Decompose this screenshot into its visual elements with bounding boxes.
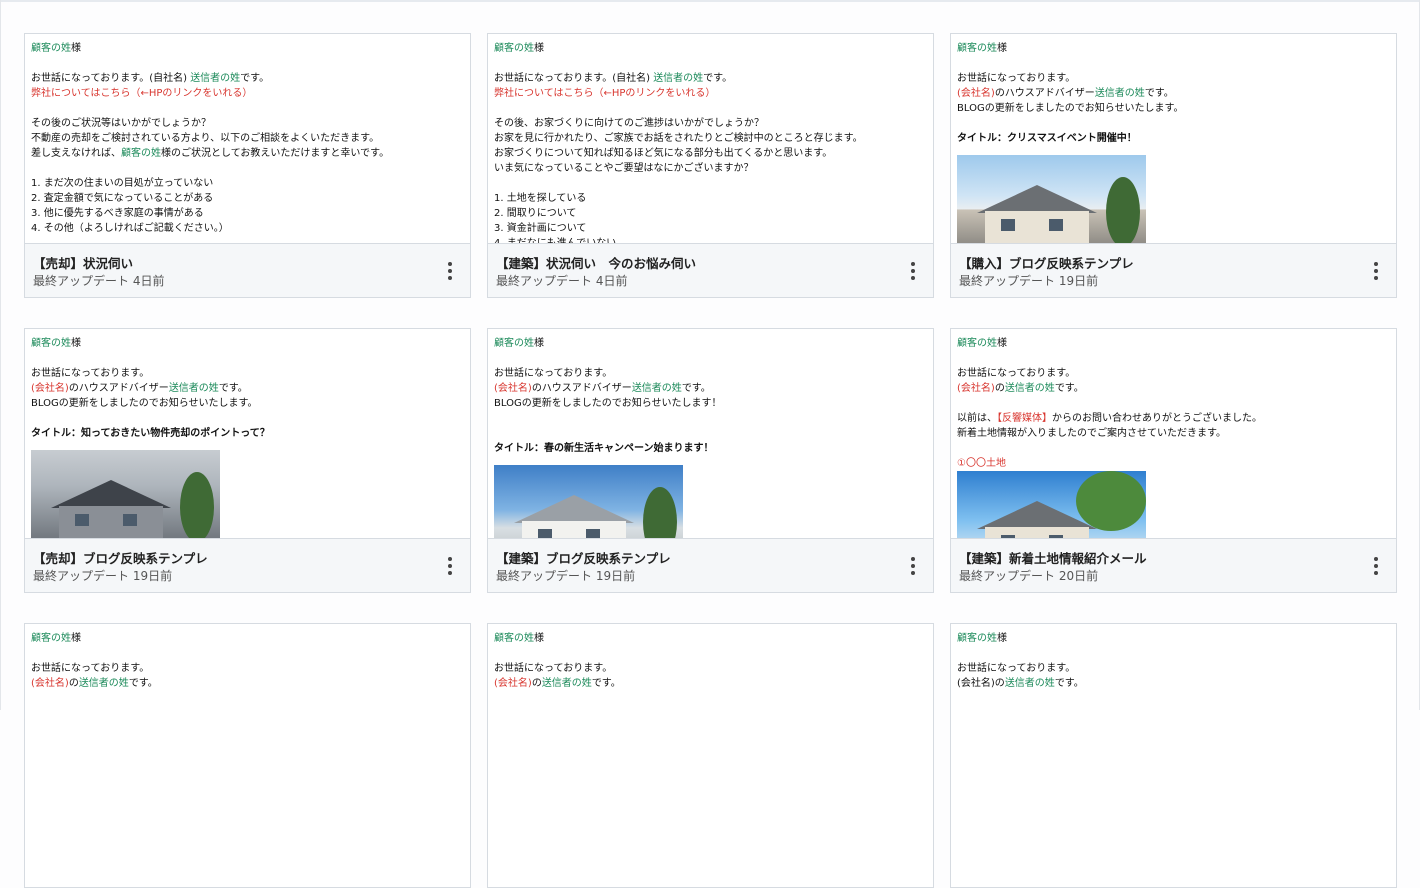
placeholder-company: (会社名) <box>31 678 69 689</box>
placeholder-company: (会社名) <box>494 383 532 394</box>
last-updated: 最終アップデート 20日前 <box>959 569 1099 583</box>
template-preview: 顧客の姓様 お世話になっております。(自社名) 送信者の姓です。 弊社については… <box>31 43 390 234</box>
template-preview: 顧客の姓様 お世話になっております。(自社名) 送信者の姓です。 弊社については… <box>494 43 863 244</box>
last-updated: 最終アップデート 19日前 <box>33 569 173 583</box>
card-title: 【建築】状況伺い 今のお悩み伺い <box>496 256 697 271</box>
card-footer: 【建築】状況伺い 今のお悩み伺い 最終アップデート 4日前 <box>488 243 933 297</box>
card-footer: 【購入】ブログ反映系テンプレ 最終アップデート 19日前 <box>951 243 1396 297</box>
card-footer: 【売却】ブログ反映系テンプレ 最終アップデート 19日前 <box>25 538 470 592</box>
template-preview: 顧客の姓様 お世話になっております。 (会社名)の送信者の姓です。 以前は、【反… <box>951 329 1396 539</box>
template-preview: 顧客の姓様 お世話になっております。 (会社名)のハウスアドバイザー送信者の姓で… <box>951 34 1396 244</box>
card-footer: 【売却】状況伺い 最終アップデート 4日前 <box>25 243 470 297</box>
template-preview: 顧客の姓様 お世話になっております。 (会社名)のハウスアドバイザー送信者の姓で… <box>25 329 470 539</box>
placeholder-customer-name: 顧客の姓 <box>957 633 997 644</box>
placeholder-customer-name: 顧客の姓 <box>494 338 534 349</box>
placeholder-sender-name: 送信者の姓 <box>1004 678 1055 689</box>
card-title: 【売却】ブログ反映系テンプレ <box>33 551 208 566</box>
more-vertical-icon[interactable] <box>909 557 917 575</box>
placeholder-customer-name: 顧客の姓 <box>494 633 534 644</box>
template-preview: 顧客の姓様 お世話になっております。 (会社名)の送信者の姓です。 <box>494 633 621 689</box>
left-border <box>0 0 1 710</box>
placeholder-sender-name: 送信者の姓 <box>631 383 682 394</box>
placeholder-company: (会社名) <box>957 383 995 394</box>
last-updated: 最終アップデート 4日前 <box>496 274 628 288</box>
last-updated: 最終アップデート 19日前 <box>959 274 1099 288</box>
placeholder-media: 【反響媒体】 <box>997 413 1052 424</box>
placeholder-customer-name: 顧客の姓 <box>31 633 71 644</box>
template-grid: 顧客の姓様 お世話になっております。(自社名) 送信者の姓です。 弊社については… <box>24 33 1397 888</box>
house-photo <box>957 471 1146 539</box>
placeholder-sender-name: 送信者の姓 <box>541 678 592 689</box>
house-photo <box>31 450 220 539</box>
more-vertical-icon[interactable] <box>446 262 454 280</box>
last-updated: 最終アップデート 19日前 <box>496 569 636 583</box>
template-card[interactable]: 顧客の姓様 お世話になっております。 (会社名)のハウスアドバイザー送信者の姓で… <box>950 33 1397 298</box>
last-updated: 最終アップデート 4日前 <box>33 274 165 288</box>
placeholder-company: (会社名) <box>494 678 532 689</box>
placeholder-customer-name: 顧客の姓 <box>957 43 997 54</box>
card-title: 【建築】ブログ反映系テンプレ <box>496 551 671 566</box>
card-title: 【建築】新着土地情報紹介メール <box>959 551 1147 566</box>
placeholder-company: (会社名) <box>31 383 69 394</box>
placeholder-customer-name: 顧客の姓 <box>957 338 997 349</box>
more-vertical-icon[interactable] <box>909 262 917 280</box>
placeholder-customer-name: 顧客の姓 <box>494 43 534 54</box>
placeholder-customer-name: 顧客の姓 <box>31 338 71 349</box>
house-photo <box>957 155 1146 244</box>
template-card[interactable]: 顧客の姓様 お世話になっております。 (会社名)のハウスアドバイザー送信者の姓で… <box>487 328 934 593</box>
template-card[interactable]: 顧客の姓様 お世話になっております。 (会社名)の送信者の姓です。 <box>24 623 471 888</box>
template-card[interactable]: 顧客の姓様 お世話になっております。(自社名) 送信者の姓です。 弊社については… <box>487 33 934 298</box>
placeholder-sender-name: 送信者の姓 <box>190 73 241 84</box>
more-vertical-icon[interactable] <box>1372 262 1380 280</box>
top-border <box>0 0 1420 2</box>
placeholder-sender-name: 送信者の姓 <box>78 678 129 689</box>
more-vertical-icon[interactable] <box>1372 557 1380 575</box>
card-title: 【購入】ブログ反映系テンプレ <box>959 256 1134 271</box>
placeholder-customer-name: 顧客の姓 <box>31 43 71 54</box>
template-card[interactable]: 顧客の姓様 お世話になっております。 (会社名)の送信者の姓です。 以前は、【反… <box>950 328 1397 593</box>
template-card[interactable]: 顧客の姓様 お世話になっております。 (会社名)の送信者の姓です。 <box>487 623 934 888</box>
template-card[interactable]: 顧客の姓様 お世話になっております。 (会社名)の送信者の姓です。 <box>950 623 1397 888</box>
placeholder-sender-name: 送信者の姓 <box>1094 88 1145 99</box>
house-photo <box>494 465 683 539</box>
more-vertical-icon[interactable] <box>446 557 454 575</box>
template-card[interactable]: 顧客の姓様 お世話になっております。 (会社名)のハウスアドバイザー送信者の姓で… <box>24 328 471 593</box>
placeholder-sender-name: 送信者の姓 <box>168 383 219 394</box>
placeholder-sender-name: 送信者の姓 <box>653 73 704 84</box>
card-footer: 【建築】新着土地情報紹介メール 最終アップデート 20日前 <box>951 538 1396 592</box>
template-preview: 顧客の姓様 お世話になっております。 (会社名)の送信者の姓です。 <box>31 633 158 689</box>
placeholder-sender-name: 送信者の姓 <box>1004 383 1055 394</box>
template-card[interactable]: 顧客の姓様 お世話になっております。(自社名) 送信者の姓です。 弊社については… <box>24 33 471 298</box>
template-preview: 顧客の姓様 お世話になっております。 (会社名)のハウスアドバイザー送信者の姓で… <box>488 329 933 539</box>
card-title: 【売却】状況伺い <box>33 256 134 271</box>
template-preview: 顧客の姓様 お世話になっております。 (会社名)の送信者の姓です。 <box>957 633 1084 689</box>
card-footer: 【建築】ブログ反映系テンプレ 最終アップデート 19日前 <box>488 538 933 592</box>
placeholder-company: (会社名) <box>957 88 995 99</box>
